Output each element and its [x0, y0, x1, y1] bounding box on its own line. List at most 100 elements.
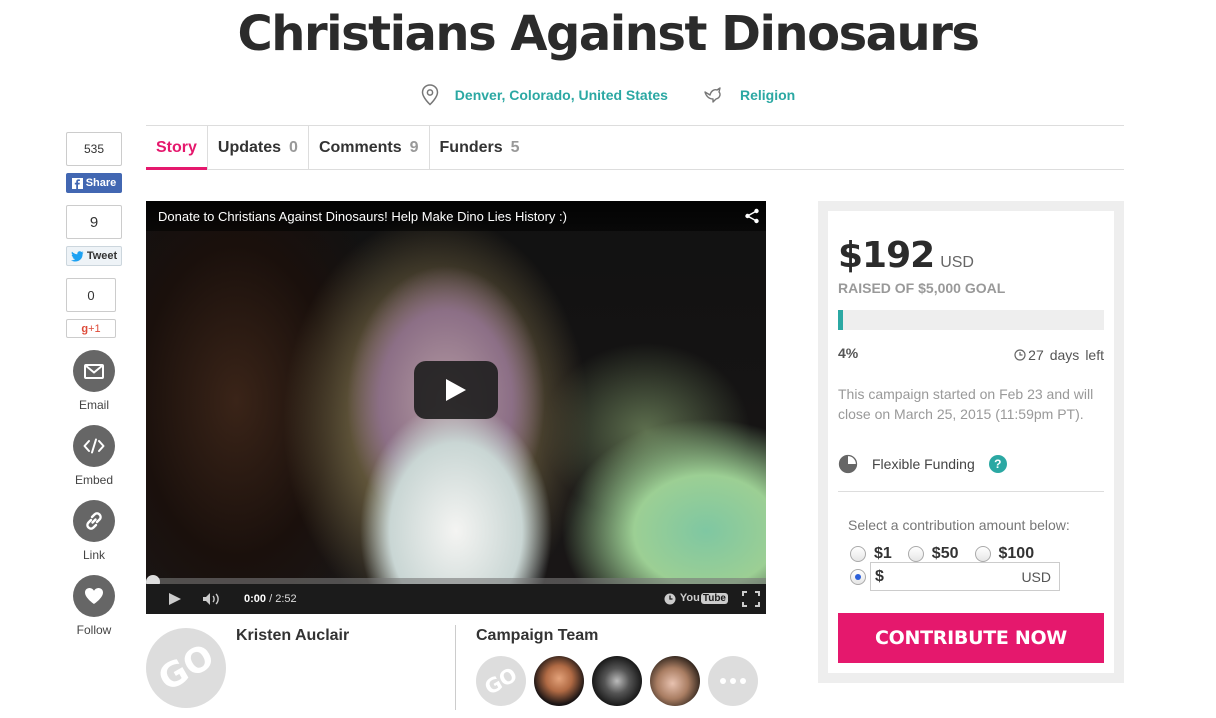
link-share[interactable]: Link [66, 500, 122, 562]
tab-story[interactable]: Story [146, 126, 207, 170]
share-icon[interactable] [744, 208, 760, 224]
more-team-button[interactable] [708, 656, 758, 706]
dove-icon [704, 87, 721, 103]
custom-amount-input[interactable]: $ USD [870, 562, 1060, 591]
tab-label: Story [156, 138, 197, 156]
contribution-option[interactable]: $100 [974, 545, 1035, 563]
tab-label: Comments [318, 138, 402, 156]
follow-label: Follow [76, 623, 112, 637]
category-link[interactable]: Religion [704, 86, 795, 104]
amount-raised-value: $192 [838, 235, 935, 276]
campaign-meta: Denver, Colorado, United States Religion [0, 84, 1216, 106]
twitter-tweet-count: 9 [66, 205, 122, 239]
pie-chart-icon [838, 454, 858, 474]
days-label: days [1049, 347, 1080, 363]
follow-button[interactable] [73, 575, 115, 617]
funding-type: Flexible Funding ? [838, 454, 1007, 474]
more-dots-icon [720, 678, 746, 684]
avatar[interactable]: GO [476, 656, 526, 706]
funding-progress-fill [838, 310, 844, 330]
map-pin-icon [421, 84, 439, 106]
code-icon [83, 438, 105, 454]
contribution-option[interactable]: $1 [850, 545, 892, 563]
campaign-tabs: Story Updates 0 Comments 9 Funders 5 [146, 126, 1124, 170]
tab-label: Funders [439, 138, 503, 156]
campaign-dates-text: This campaign started on Feb 23 and will… [838, 386, 1094, 422]
tab-comments[interactable]: Comments 9 [307, 126, 429, 169]
contribution-option[interactable]: $50 [907, 545, 959, 563]
youtube-logo-tube: Tube [700, 592, 728, 604]
email-label: Email [78, 398, 109, 412]
tweet-button[interactable]: Tweet [66, 246, 122, 266]
team-avatars: GO [476, 656, 758, 706]
play-button[interactable] [414, 361, 498, 419]
left-label: left [1085, 347, 1104, 363]
funding-type-label: Flexible Funding [872, 456, 975, 472]
facebook-share-label: Share [85, 177, 117, 189]
twitter-bird-icon [70, 250, 84, 261]
facebook-share-button[interactable]: Share [66, 173, 122, 193]
gogo-logo: GO [480, 662, 522, 700]
gplus-button[interactable]: g +1 [66, 319, 116, 338]
radio-button[interactable] [974, 546, 991, 562]
video-player[interactable]: Donate to Christians Against Dinosaurs! … [146, 201, 766, 614]
author-name[interactable]: Kristen Auclair [236, 627, 349, 645]
facebook-share-count: 535 [66, 132, 122, 166]
link-label: Link [82, 548, 105, 562]
tweet-label: Tweet [86, 250, 118, 262]
dollar-sign: $ [875, 567, 884, 585]
youtube-logo-you: You [679, 592, 700, 604]
embed-button[interactable] [73, 425, 115, 467]
contribution-option-label: $50 [931, 545, 959, 562]
help-icon[interactable]: ? [988, 455, 1007, 473]
video-current-time: 0:00 [244, 593, 267, 605]
link-button[interactable] [73, 500, 115, 542]
social-sidebar: 535 Share 9 Tweet 0 g +1 Email Embed Lin… [66, 132, 122, 637]
avatar[interactable] [650, 656, 700, 706]
funding-progress-bar [838, 310, 1104, 330]
radio-button[interactable] [907, 546, 924, 562]
funding-panel: $192 USD RAISED OF $5,000 GOAL 4% 27 day… [818, 201, 1124, 683]
tab-count: 9 [409, 138, 419, 156]
embed-share[interactable]: Embed [66, 425, 122, 487]
radio-button-selected[interactable] [850, 568, 866, 585]
tab-label: Updates [217, 138, 282, 156]
gplus-count: 0 [66, 278, 116, 312]
email-button[interactable] [73, 350, 115, 392]
email-share[interactable]: Email [66, 350, 122, 412]
fullscreen-icon[interactable] [742, 591, 760, 607]
funding-percent: 4% [838, 345, 859, 361]
category-text: Religion [739, 87, 796, 103]
video-time: 0:00 / 2:52 [244, 593, 297, 605]
tab-funders[interactable]: Funders 5 [428, 126, 530, 169]
team-divider [455, 625, 456, 710]
video-duration: / 2:52 [269, 593, 297, 605]
play-icon [446, 379, 466, 401]
contribute-now-button[interactable]: CONTRIBUTE NOW [838, 613, 1104, 663]
chain-link-icon [86, 512, 102, 530]
follow-campaign[interactable]: Follow [66, 575, 122, 637]
avatar[interactable] [534, 656, 584, 706]
contribution-options: $1 $50 $100 [850, 545, 1050, 563]
embed-label: Embed [74, 473, 114, 487]
volume-icon[interactable] [202, 592, 224, 606]
author-avatar[interactable]: GO [146, 628, 226, 708]
video-title-bar: Donate to Christians Against Dinosaurs! … [146, 201, 766, 231]
contribution-option-label: $1 [874, 545, 892, 562]
contribution-option-label: $100 [998, 545, 1035, 562]
radio-button[interactable] [850, 546, 866, 562]
custom-currency: USD [1021, 568, 1051, 585]
play-icon[interactable] [168, 592, 182, 606]
clock-icon[interactable] [664, 593, 676, 605]
location-link[interactable]: Denver, Colorado, United States [421, 84, 668, 106]
heart-icon [85, 588, 103, 604]
avatar[interactable] [592, 656, 642, 706]
tab-updates[interactable]: Updates 0 [206, 126, 308, 169]
campaign-team-title: Campaign Team [476, 627, 599, 644]
funding-divider [838, 491, 1104, 492]
gplus-icon: g [81, 322, 89, 335]
video-title[interactable]: Donate to Christians Against Dinosaurs! … [158, 209, 567, 224]
youtube-logo[interactable]: You Tube [680, 592, 728, 604]
clock-icon [1014, 349, 1026, 361]
funding-card: $192 USD RAISED OF $5,000 GOAL 4% 27 day… [828, 211, 1114, 673]
